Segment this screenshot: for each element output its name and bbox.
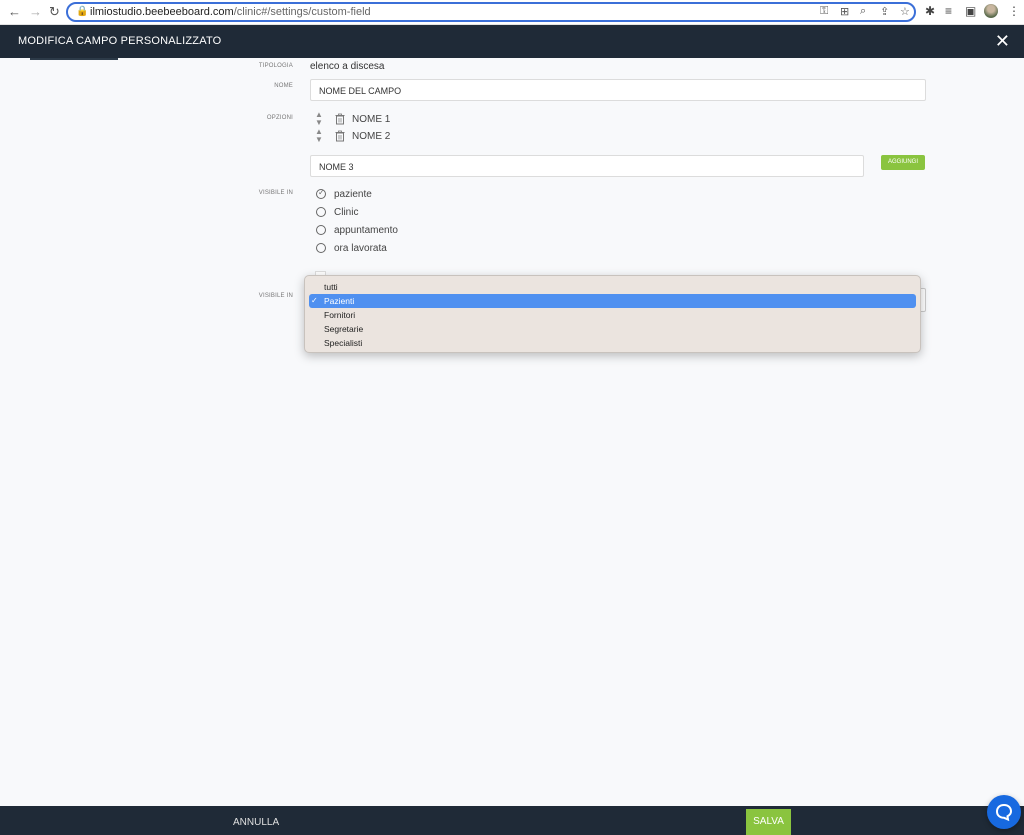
option-row: ▲ ▼ NOME 1 (314, 111, 391, 127)
translate-icon[interactable]: ⊞ (840, 5, 849, 18)
visibility-option-paziente[interactable]: paziente (316, 187, 372, 201)
share-icon[interactable]: ⇪ (880, 5, 889, 18)
add-option-button[interactable]: AGGIUNGI (881, 155, 925, 170)
star-icon[interactable]: ☆ (900, 5, 910, 18)
check-icon: ✓ (311, 296, 318, 305)
cancel-button[interactable]: ANNULLA (233, 817, 279, 828)
radio-checked-icon[interactable] (316, 188, 326, 199)
radio-icon[interactable] (316, 225, 326, 235)
radio-icon[interactable] (316, 207, 326, 217)
visibility-label: appuntamento (334, 224, 398, 236)
chat-icon[interactable] (987, 795, 1021, 829)
url-text: ilmiostudio.beebeeboard.com/clinic#/sett… (90, 6, 371, 18)
tab-strip (30, 58, 118, 60)
modal-title: MODIFICA CAMPO PERSONALIZZATO (18, 35, 222, 47)
dropdown-option-fornitori[interactable]: Fornitori (309, 308, 916, 322)
reading-list-icon[interactable]: ≡ (945, 4, 952, 18)
visibility-option-clinic[interactable]: Clinic (316, 205, 358, 219)
option-label: NOME 2 (352, 130, 391, 142)
profile-avatar[interactable] (984, 4, 998, 18)
visibile-in-select-label: VISIBILE IN (258, 293, 293, 299)
zoom-icon[interactable]: ⌕ (860, 5, 866, 18)
sort-icon[interactable]: ▲ ▼ (314, 111, 324, 127)
close-icon[interactable]: ✕ (995, 31, 1010, 52)
tipologia-label: TIPOLOGIA (258, 63, 293, 69)
visibility-label: Clinic (334, 206, 359, 218)
option-row: ▲ ▼ NOME 2 (314, 128, 391, 144)
visibility-dropdown-menu: tutti ✓ Pazienti Fornitori Segretarie Spe… (304, 275, 921, 353)
save-button[interactable]: SALVA (746, 809, 791, 835)
nome-input[interactable]: NOME DEL CAMPO (310, 79, 926, 101)
modal-footer: ANNULLA (0, 806, 1024, 835)
visibility-label: paziente (334, 188, 372, 200)
radio-icon[interactable] (316, 243, 326, 253)
dropdown-option-specialisti[interactable]: Specialisti (309, 336, 916, 350)
browser-toolbar: ← → ↻ 🔒 ilmiostudio.beebeeboard.com/clin… (0, 0, 1024, 25)
menu-icon[interactable]: ⋮ (1008, 4, 1020, 18)
lock-icon: 🔒 (76, 6, 89, 17)
new-option-input[interactable]: NOME 3 (310, 155, 864, 177)
trash-icon[interactable] (334, 113, 346, 125)
opzioni-label: OPZIONI (266, 115, 293, 121)
option-label: NOME 1 (352, 113, 391, 125)
back-icon[interactable]: ← (8, 4, 21, 20)
visibility-label: ora lavorata (334, 242, 387, 254)
trash-icon[interactable] (334, 130, 346, 142)
modal-header: MODIFICA CAMPO PERSONALIZZATO ✕ (0, 25, 1024, 58)
side-panel-icon[interactable]: ▣ (965, 4, 976, 18)
dropdown-option-segretarie[interactable]: Segretarie (309, 322, 916, 336)
extensions-icon[interactable]: ✱ (925, 4, 935, 18)
nome-label: NOME (274, 83, 293, 89)
visibility-option-appuntamento[interactable]: appuntamento (316, 223, 398, 237)
visibility-option-ora-lavorata[interactable]: ora lavorata (316, 241, 387, 255)
sort-icon[interactable]: ▲ ▼ (314, 128, 324, 144)
address-bar[interactable]: 🔒 ilmiostudio.beebeeboard.com/clinic#/se… (66, 2, 916, 22)
visibile-label: VISIBILE IN (258, 190, 293, 196)
forward-icon[interactable]: → (29, 4, 42, 20)
dropdown-option-tutti[interactable]: tutti (309, 280, 916, 294)
dropdown-option-pazienti[interactable]: ✓ Pazienti (309, 294, 916, 308)
reload-icon[interactable]: ↻ (49, 4, 60, 20)
key-icon[interactable]: ⚿ (820, 5, 828, 18)
tipologia-value: elenco a discesa (310, 61, 385, 72)
